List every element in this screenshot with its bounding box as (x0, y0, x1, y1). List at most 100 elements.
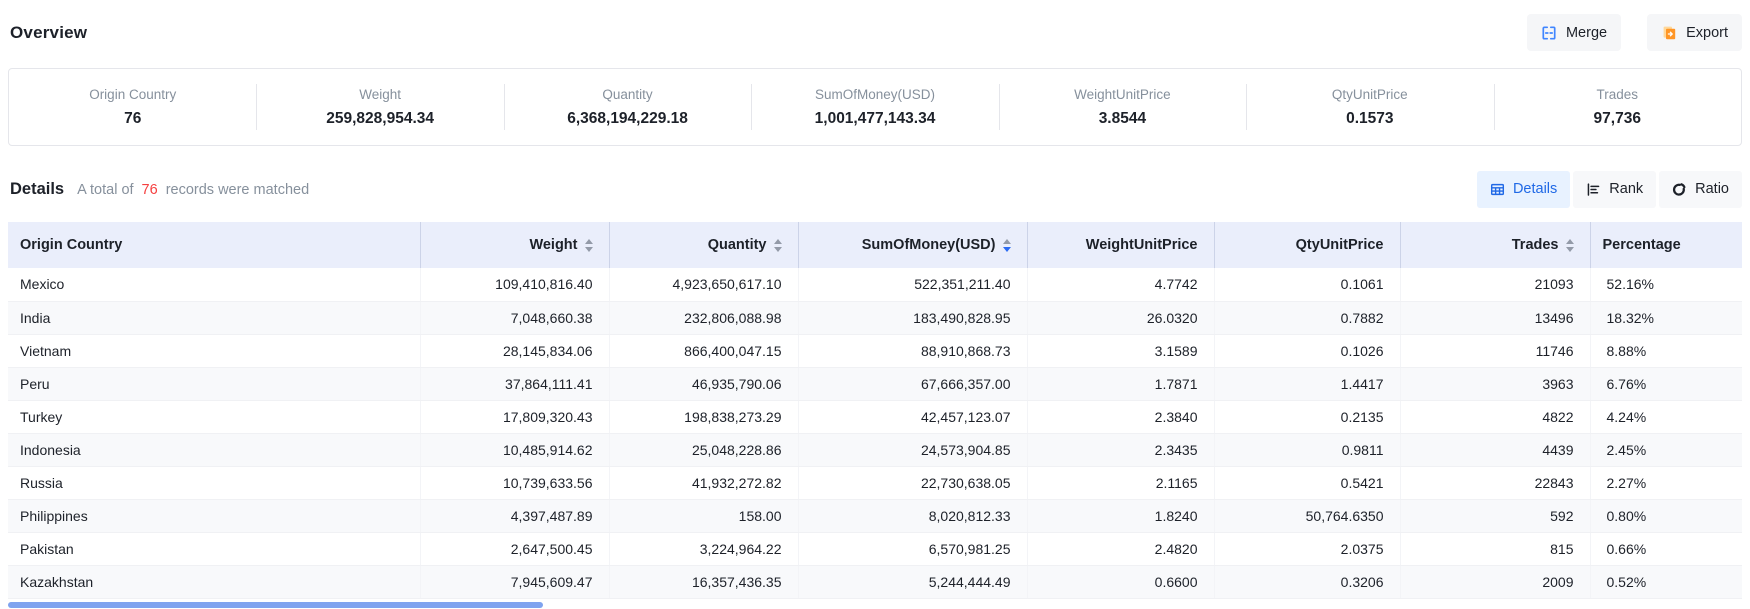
table-cell: 522,351,211.40 (798, 268, 1027, 301)
merge-button[interactable]: Merge (1527, 14, 1621, 51)
table-cell: 8,020,812.33 (798, 499, 1027, 532)
table-cell: 22,730,638.05 (798, 466, 1027, 499)
details-bar: Details A total of 76 records were match… (10, 170, 1742, 208)
table-cell: 0.1061 (1214, 268, 1400, 301)
column-header-sumofmoney-usd[interactable]: SumOfMoney(USD) (798, 222, 1027, 268)
sort-desc-icon (774, 247, 782, 252)
table-cell: 67,666,357.00 (798, 367, 1027, 400)
table-header-row: Origin CountryWeight Quantity SumOfMoney… (8, 222, 1742, 268)
table-cell: 6,570,981.25 (798, 532, 1027, 565)
table-cell: 26.0320 (1027, 301, 1214, 334)
column-header-trades[interactable]: Trades (1400, 222, 1590, 268)
overview-stat-quantity: Quantity 6,368,194,229.18 (504, 69, 751, 145)
topbar: Overview Merge Export (0, 0, 1750, 51)
cell-origin-country: Turkey (8, 400, 420, 433)
table-cell: 815 (1400, 532, 1590, 565)
sort-asc-icon (774, 239, 782, 244)
table-cell: 0.80% (1590, 499, 1742, 532)
column-header-quantity[interactable]: Quantity (609, 222, 798, 268)
sort-asc-icon (1566, 239, 1574, 244)
details-table: Origin CountryWeight Quantity SumOfMoney… (8, 222, 1742, 599)
table-cell: 50,764.6350 (1214, 499, 1400, 532)
stat-label: QtyUnitPrice (1332, 87, 1408, 102)
table-cell: 13496 (1400, 301, 1590, 334)
table-cell: 11746 (1400, 334, 1590, 367)
table-cell: 42,457,123.07 (798, 400, 1027, 433)
table-cell: 17,809,320.43 (420, 400, 609, 433)
summary-prefix: A total of (77, 182, 133, 198)
table-cell: 46,935,790.06 (609, 367, 798, 400)
sort-carets[interactable] (1566, 239, 1574, 252)
cell-origin-country: Philippines (8, 499, 420, 532)
export-button[interactable]: Export (1647, 14, 1742, 51)
stat-value: 76 (124, 110, 141, 128)
table-cell: 0.7882 (1214, 301, 1400, 334)
horizontal-scrollbar-thumb[interactable] (8, 602, 543, 608)
cell-origin-country: Peru (8, 367, 420, 400)
summary-suffix: records were matched (166, 182, 309, 198)
sort-desc-icon (585, 247, 593, 252)
overview-stat-qtyunitprice: QtyUnitPrice 0.1573 (1246, 69, 1493, 145)
table-cell: 2.3435 (1027, 433, 1214, 466)
table-cell: 37,864,111.41 (420, 367, 609, 400)
table-cell: 3,224,964.22 (609, 532, 798, 565)
table-cell: 0.2135 (1214, 400, 1400, 433)
view-tabs: Details Rank Ratio (1477, 171, 1742, 208)
table-cell: 2.1165 (1027, 466, 1214, 499)
table-icon (1490, 182, 1505, 197)
overview-stat-sumofmoney-usd: SumOfMoney(USD) 1,001,477,143.34 (751, 69, 998, 145)
table-cell: 41,932,272.82 (609, 466, 798, 499)
sort-asc-icon (1003, 239, 1011, 244)
stat-label: Trades (1596, 87, 1638, 102)
table-row: Pakistan2,647,500.453,224,964.226,570,98… (8, 532, 1742, 565)
tab-ratio[interactable]: Ratio (1659, 171, 1742, 208)
table-cell: 1.7871 (1027, 367, 1214, 400)
table-cell: 1.4417 (1214, 367, 1400, 400)
cell-origin-country: Vietnam (8, 334, 420, 367)
stat-value: 97,736 (1594, 110, 1641, 128)
table-cell: 2.27% (1590, 466, 1742, 499)
table-cell: 28,145,834.06 (420, 334, 609, 367)
stat-label: Quantity (602, 87, 652, 102)
column-header-origin-country: Origin Country (8, 222, 420, 268)
details-title: Details (10, 180, 64, 199)
sort-carets[interactable] (774, 239, 782, 252)
table-cell: 0.9811 (1214, 433, 1400, 466)
sort-carets[interactable] (1003, 239, 1011, 252)
table-cell: 8.88% (1590, 334, 1742, 367)
table-cell: 21093 (1400, 268, 1590, 301)
sort-desc-icon (1566, 247, 1574, 252)
table-row: Kazakhstan7,945,609.4716,357,436.355,244… (8, 565, 1742, 598)
tab-rank[interactable]: Rank (1573, 171, 1656, 208)
tab-details[interactable]: Details (1477, 171, 1570, 208)
cell-origin-country: Russia (8, 466, 420, 499)
stat-label: Origin Country (89, 87, 176, 102)
overview-stats-card: Origin Country 76 Weight 259,828,954.34 … (8, 68, 1742, 146)
table-cell: 0.5421 (1214, 466, 1400, 499)
table-cell: 7,945,609.47 (420, 565, 609, 598)
column-header-weight[interactable]: Weight (420, 222, 609, 268)
stat-value: 259,828,954.34 (326, 110, 434, 128)
table-row: Mexico109,410,816.404,923,650,617.10522,… (8, 268, 1742, 301)
page-title: Overview (10, 23, 87, 43)
table-cell: 2,647,500.45 (420, 532, 609, 565)
column-header-weightunitprice: WeightUnitPrice (1027, 222, 1214, 268)
overview-stat-trades: Trades 97,736 (1494, 69, 1741, 145)
table-cell: 2.4820 (1027, 532, 1214, 565)
table-cell: 232,806,088.98 (609, 301, 798, 334)
stat-label: WeightUnitPrice (1074, 87, 1171, 102)
table-cell: 10,485,914.62 (420, 433, 609, 466)
merge-icon (1541, 25, 1557, 41)
table-cell: 10,739,633.56 (420, 466, 609, 499)
table-cell: 0.3206 (1214, 565, 1400, 598)
topbar-actions: Merge Export (1527, 14, 1742, 51)
table-cell: 2.0375 (1214, 532, 1400, 565)
table-cell: 2009 (1400, 565, 1590, 598)
stat-value: 0.1573 (1346, 110, 1393, 128)
table-cell: 866,400,047.15 (609, 334, 798, 367)
table-body: Mexico109,410,816.404,923,650,617.10522,… (8, 268, 1742, 598)
sort-carets[interactable] (585, 239, 593, 252)
table-cell: 6.76% (1590, 367, 1742, 400)
stat-label: Weight (359, 87, 401, 102)
sort-desc-icon (1003, 247, 1011, 252)
